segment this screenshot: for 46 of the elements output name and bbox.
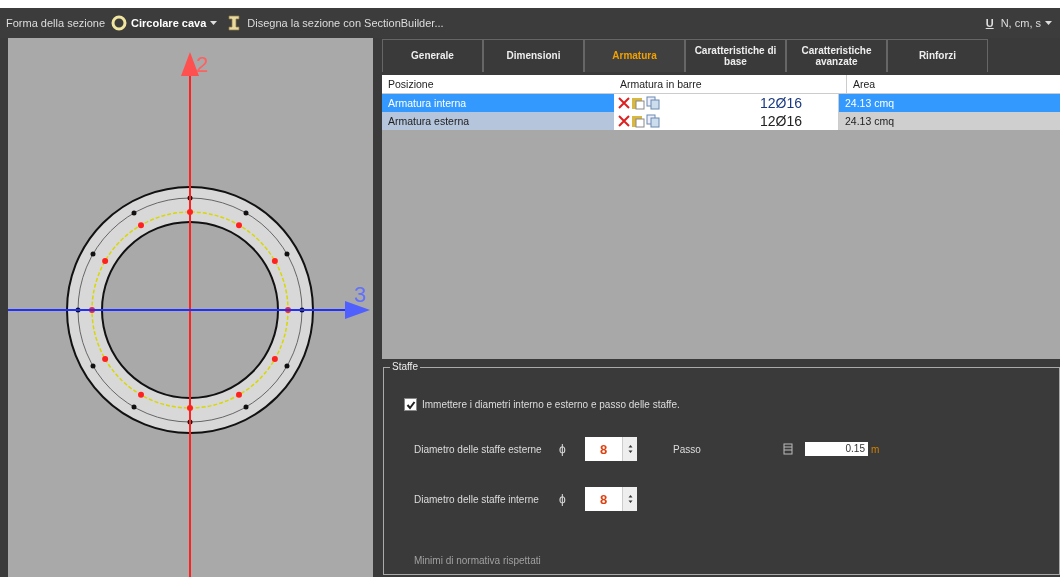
- column-header: Area: [846, 75, 1060, 93]
- spin-field[interactable]: 8: [585, 437, 637, 461]
- spin-arrows-icon: [625, 444, 635, 454]
- caret-icon: [210, 21, 218, 25]
- spin-arrows-icon: [625, 494, 635, 504]
- diameter-symbol: ϕ: [559, 492, 567, 506]
- table-row[interactable]: Armatura esterna 12Ø16 24.13 cmq: [382, 112, 1060, 130]
- bar-count: 12Ø16: [759, 113, 802, 129]
- tab[interactable]: Generale: [382, 39, 483, 72]
- axis-label: 3: [354, 282, 367, 307]
- field-label: Diametro delle staffe esterne: [414, 443, 543, 455]
- tab[interactable]: Armatura: [584, 39, 685, 72]
- delete-icon[interactable]: [618, 115, 630, 127]
- table-cell-text: Armatura interna: [387, 96, 468, 111]
- copy-icon[interactable]: [646, 96, 660, 110]
- field-label: Passo: [673, 443, 702, 455]
- spin-field[interactable]: 8: [585, 487, 637, 511]
- unit-label: m: [871, 443, 880, 455]
- shape-label: Forma della sezione: [6, 17, 106, 29]
- clipboard-icon[interactable]: [631, 96, 645, 110]
- tab[interactable]: Dimensioni: [483, 39, 584, 72]
- checkbox[interactable]: [404, 398, 417, 411]
- table-row[interactable]: Armatura interna 12Ø16 24.13 cmq: [382, 94, 1060, 112]
- checkbox-label: Immettere i diametri interno e esterno e passo delle staffe.: [422, 399, 680, 410]
- delete-icon[interactable]: [618, 97, 630, 109]
- tab[interactable]: Rinforzi: [887, 39, 988, 72]
- caret-icon: [1045, 21, 1052, 25]
- column-header: Posizione: [387, 77, 435, 92]
- clipboard-icon[interactable]: [631, 114, 645, 128]
- bar-count: 12Ø16: [759, 95, 802, 111]
- tab[interactable]: Caratteristiche avanzate: [786, 39, 887, 72]
- pitch-field[interactable]: 0.15: [805, 442, 868, 456]
- axis-label: 2: [196, 52, 209, 77]
- table-cell-text: Armatura esterna: [387, 114, 471, 129]
- status-text: Minimi di normativa rispettati: [414, 555, 542, 566]
- section-builder-button[interactable]: Disegna la sezione con SectionBuilder...: [223, 14, 446, 32]
- shape-dropdown[interactable]: Circolare cava: [109, 15, 220, 31]
- ring-icon: [111, 15, 128, 31]
- column-header: Armatura in barre: [619, 77, 703, 92]
- copy-icon[interactable]: [646, 114, 660, 128]
- table-cell: 24.13 cmq: [838, 112, 1060, 130]
- diameter-symbol: ϕ: [559, 442, 567, 456]
- units-dropdown[interactable]: U N, cm, s: [983, 17, 1054, 29]
- tab[interactable]: Caratteristiche di base: [685, 39, 786, 72]
- field-label: Diametro delle staffe interne: [414, 493, 540, 505]
- group-title: Staffe: [390, 361, 420, 372]
